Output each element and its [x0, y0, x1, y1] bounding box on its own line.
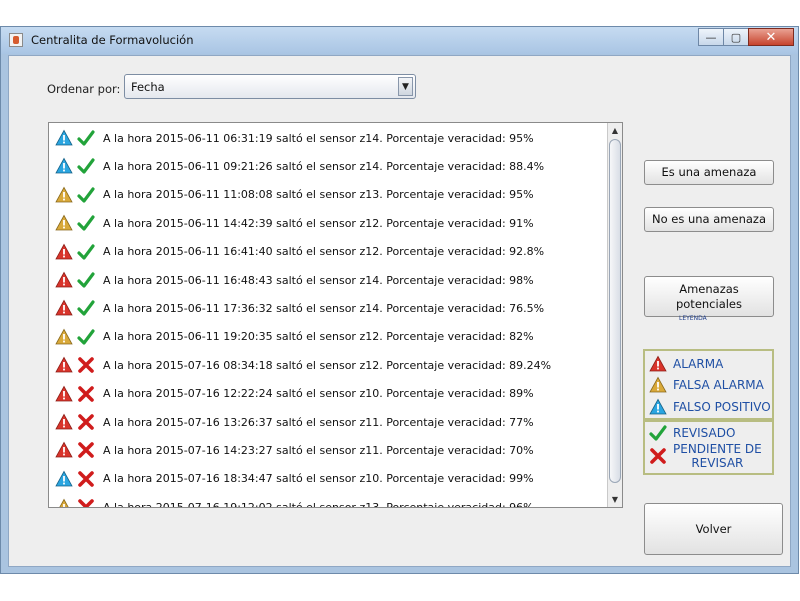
java-app-icon [9, 33, 23, 47]
green-check-icon [649, 425, 667, 441]
green-check-icon [77, 130, 95, 146]
event-text: A la hora 2015-07-16 19:12:02 saltó el s… [103, 500, 534, 508]
is-threat-button[interactable]: Es una amenaza [644, 160, 774, 185]
falsa-alarma-warning-icon [59, 498, 69, 507]
list-item[interactable]: A la hora 2015-06-11 16:41:40 saltó el s… [55, 241, 544, 263]
event-text: A la hora 2015-07-16 14:23:27 saltó el s… [103, 443, 534, 457]
sort-selected-value: Fecha [131, 80, 165, 94]
events-list[interactable]: A la hora 2015-06-11 06:31:19 saltó el s… [48, 122, 623, 508]
alarma-warning-icon [55, 356, 73, 373]
alarma-warning-icon [55, 271, 73, 288]
alarma-warning-icon [55, 300, 73, 316]
blue-warning-icon [649, 398, 667, 415]
event-text: A la hora 2015-06-11 09:21:26 saltó el s… [103, 159, 545, 173]
sort-dropdown[interactable]: Fecha ▼ [124, 74, 416, 99]
legend-label-alarma: ALARMA [673, 356, 724, 371]
alarma-warning-icon [55, 442, 73, 458]
maximize-button[interactable]: ▢ [723, 28, 749, 46]
legend-review-status: REVISADO PENDIENTE DE REVISAR [643, 420, 774, 475]
list-item[interactable]: A la hora 2015-07-16 13:26:37 saltó el s… [55, 411, 534, 433]
event-text: A la hora 2015-07-16 12:22:24 saltó el s… [103, 387, 534, 401]
list-item[interactable]: A la hora 2015-07-16 08:34:18 saltó el s… [55, 354, 551, 376]
red-cross-icon [650, 448, 666, 465]
legend-label-pendiente-line1: PENDIENTE DE [673, 442, 762, 456]
event-text: A la hora 2015-06-11 11:08:08 saltó el s… [103, 188, 534, 202]
alarma-warning-icon [55, 243, 73, 259]
falso-positivo-warning-icon [55, 470, 73, 487]
list-item[interactable]: A la hora 2015-06-11 09:21:26 saltó el s… [55, 155, 544, 177]
legend-label-revisado: REVISADO [673, 425, 736, 440]
scroll-thumb[interactable] [609, 139, 621, 483]
back-button[interactable]: Volver [644, 503, 783, 555]
list-item[interactable]: A la hora 2015-07-16 19:12:02 saltó el s… [55, 496, 534, 508]
legend-title: LEYENDA [679, 315, 707, 322]
red-cross-icon [78, 385, 94, 402]
list-item[interactable]: A la hora 2015-06-11 19:20:35 saltó el s… [55, 326, 534, 348]
potential-threats-label-line1: Amenazas [679, 281, 739, 296]
vertical-scrollbar[interactable]: ▲ ▼ [607, 123, 622, 507]
event-text: A la hora 2015-06-11 14:42:39 saltó el s… [103, 216, 534, 230]
close-button[interactable]: ✕ [748, 28, 794, 46]
scroll-up-icon[interactable]: ▲ [609, 124, 621, 137]
potential-threats-button[interactable]: Amenazas potenciales [644, 276, 774, 317]
falsa-alarma-warning-icon [55, 214, 73, 231]
red-cross-icon [78, 470, 94, 487]
event-text: A la hora 2015-06-11 16:48:43 saltó el s… [103, 273, 534, 287]
chevron-down-icon[interactable]: ▼ [398, 77, 413, 96]
green-check-icon [77, 243, 95, 260]
green-check-icon [77, 272, 95, 288]
event-text: A la hora 2015-06-11 06:31:19 saltó el s… [103, 131, 534, 145]
list-item[interactable]: A la hora 2015-06-11 14:42:39 saltó el s… [55, 212, 534, 234]
list-item[interactable]: A la hora 2015-07-16 18:34:47 saltó el s… [55, 468, 534, 490]
red-cross-icon [78, 414, 94, 430]
alarma-warning-icon [55, 413, 73, 430]
list-item[interactable]: A la hora 2015-07-16 12:22:24 saltó el s… [55, 383, 534, 405]
legend-label-pendiente-line2: REVISAR [691, 456, 744, 471]
window-title: Centralita de Formavolución [31, 33, 194, 47]
green-check-icon [77, 158, 95, 174]
legend-label-pendiente: PENDIENTE DE REVISAR [673, 442, 762, 471]
green-check-icon [77, 300, 95, 316]
sort-label: Ordenar por: [47, 82, 121, 96]
legend-item-falso-positivo: FALSO POSITIVO [649, 398, 771, 416]
red-cross-icon [78, 442, 94, 459]
legend-label-falsa-alarma: FALSA ALARMA [673, 377, 764, 392]
green-check-icon [77, 187, 95, 203]
red-cross-icon [78, 357, 94, 373]
title-bar[interactable]: Centralita de Formavolución — ▢ ✕ [1, 27, 798, 54]
scroll-down-icon[interactable]: ▼ [609, 493, 621, 506]
red-cross-icon [78, 499, 94, 507]
list-item[interactable]: A la hora 2015-07-16 14:23:27 saltó el s… [55, 439, 534, 461]
list-item[interactable]: A la hora 2015-06-11 11:08:08 saltó el s… [55, 184, 534, 206]
green-check-icon [77, 215, 95, 231]
event-text: A la hora 2015-06-11 19:20:35 saltó el s… [103, 330, 534, 344]
falsa-alarma-warning-icon [55, 328, 73, 345]
legend-label-falso-positivo: FALSO POSITIVO [673, 399, 771, 414]
falso-positivo-warning-icon [55, 129, 73, 146]
legend-threat-types: ALARMA FALSA ALARMA FALSO POSITIVO [643, 349, 774, 420]
legend-item-alarma: ALARMA [649, 355, 723, 373]
alarma-warning-icon [55, 385, 73, 401]
legend-item-pendiente: PENDIENTE DE REVISAR [649, 442, 762, 471]
event-text: A la hora 2015-06-11 16:41:40 saltó el s… [103, 245, 545, 259]
list-item[interactable]: A la hora 2015-06-11 06:31:19 saltó el s… [55, 127, 534, 149]
falso-positivo-warning-icon [55, 158, 73, 174]
yellow-warning-icon [649, 376, 667, 393]
potential-threats-label-line2: potenciales [675, 296, 743, 311]
green-check-icon [77, 329, 95, 345]
legend-item-falsa-alarma: FALSA ALARMA [649, 376, 764, 394]
event-text: A la hora 2015-07-16 13:26:37 saltó el s… [103, 415, 534, 429]
window-controls: — ▢ ✕ [698, 28, 794, 46]
falsa-alarma-warning-icon [55, 186, 73, 203]
event-text: A la hora 2015-06-11 17:36:32 saltó el s… [103, 301, 545, 315]
list-item[interactable]: A la hora 2015-06-11 16:48:43 saltó el s… [55, 269, 534, 291]
minimize-button[interactable]: — [698, 28, 724, 46]
red-warning-icon [649, 355, 667, 372]
event-text: A la hora 2015-07-16 08:34:18 saltó el s… [103, 358, 552, 372]
not-threat-button[interactable]: No es una amenaza [644, 207, 774, 232]
list-item[interactable]: A la hora 2015-06-11 17:36:32 saltó el s… [55, 297, 544, 319]
event-text: A la hora 2015-07-16 18:34:47 saltó el s… [103, 472, 534, 486]
legend-item-revisado: REVISADO [649, 424, 735, 442]
